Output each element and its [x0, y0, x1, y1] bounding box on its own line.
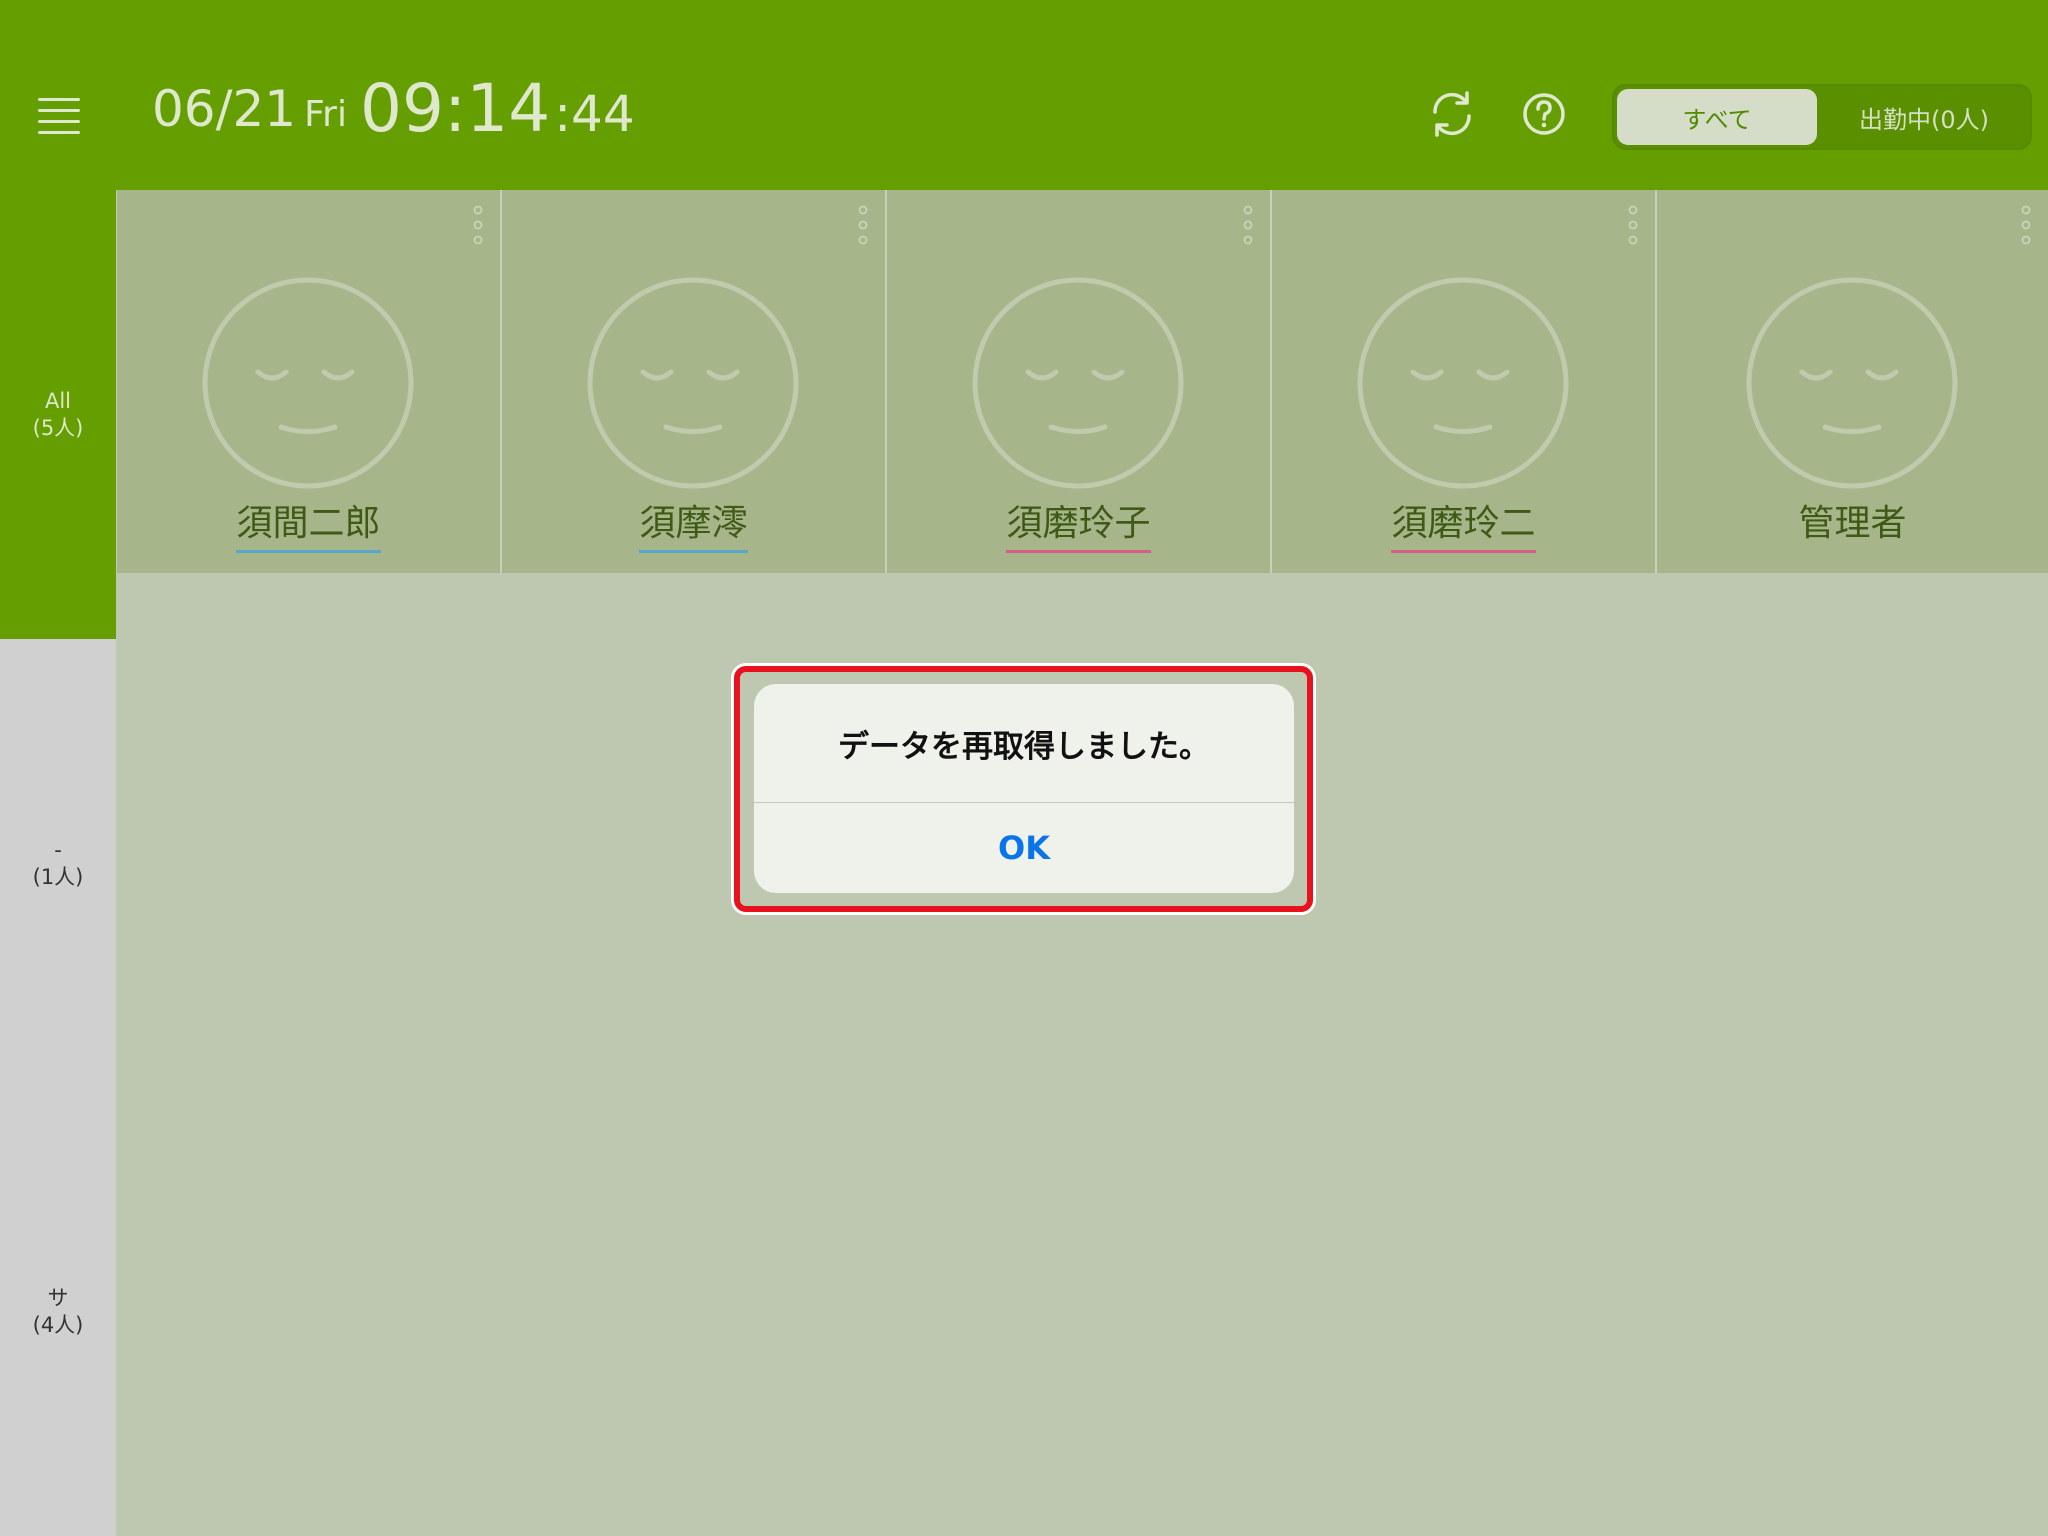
time-seconds: :44 — [554, 85, 635, 143]
member-card[interactable]: 管理者 — [1657, 190, 2048, 573]
time-hours-minutes: 09:14 — [360, 70, 551, 147]
more-options-icon[interactable] — [1242, 204, 1254, 246]
more-options-icon[interactable] — [472, 204, 484, 246]
app-header: 06/21 Fri 09:14:44 すべて 出勤中(0人) — [0, 0, 2048, 190]
hamburger-menu-icon[interactable] — [38, 98, 82, 134]
sidebar-item-all[interactable]: All (5人) — [0, 190, 116, 639]
weekday-text: Fri — [304, 94, 347, 135]
more-options-icon[interactable] — [1627, 204, 1639, 246]
sidebar-item-label: All — [44, 388, 72, 413]
sleeping-face-avatar-icon — [202, 277, 414, 489]
sidebar-item-label: サ — [47, 1286, 69, 1310]
sleeping-face-avatar-icon — [1746, 277, 1958, 489]
sidebar-item-label: - — [54, 837, 62, 862]
sidebar-item-count: (5人) — [32, 415, 84, 440]
more-options-icon[interactable] — [2020, 204, 2032, 246]
current-date: 06/21 Fri — [152, 84, 347, 134]
sidebar-item-sa[interactable]: サ (4人) — [0, 1088, 116, 1536]
member-card[interactable]: 須磨玲子 — [887, 190, 1272, 573]
sidebar-item-count: (1人) — [32, 864, 84, 889]
current-time: 09:14:44 — [360, 76, 635, 142]
filter-all-option[interactable]: すべて — [1617, 89, 1817, 145]
sleeping-face-avatar-icon — [1357, 277, 1569, 489]
member-name-container: 須磨玲子 — [887, 500, 1270, 553]
sleeping-face-avatar-icon — [587, 277, 799, 489]
member-card[interactable]: 須間二郎 — [117, 190, 502, 573]
attendance-filter-segmented-control: すべて 出勤中(0人) — [1612, 84, 2032, 150]
filter-working-option[interactable]: 出勤中(0人) — [1820, 89, 2028, 145]
member-name-container: 須摩澪 — [502, 500, 885, 553]
refresh-icon[interactable] — [1426, 88, 1478, 140]
member-name: 須摩澪 — [639, 500, 748, 553]
more-options-icon[interactable] — [857, 204, 869, 246]
member-name-container: 須磨玲二 — [1272, 500, 1655, 553]
dialog-message: データを再取得しました。 — [838, 728, 1210, 765]
member-name: 須間二郎 — [236, 500, 381, 553]
member-name-container: 管理者 — [1657, 500, 2048, 550]
group-sidebar: All (5人) - (1人) サ (4人) — [0, 190, 116, 1536]
member-card[interactable]: 須磨玲二 — [1272, 190, 1657, 573]
date-text: 06/21 — [152, 80, 297, 138]
member-name-container: 須間二郎 — [117, 500, 500, 553]
member-card[interactable]: 須摩澪 — [502, 190, 887, 573]
help-icon[interactable] — [1518, 88, 1570, 140]
alert-dialog: データを再取得しました。 OK — [754, 684, 1294, 893]
sidebar-item-dash[interactable]: - (1人) — [0, 639, 116, 1088]
sleeping-face-avatar-icon — [972, 277, 1184, 489]
member-name: 管理者 — [1798, 503, 1907, 544]
member-name: 須磨玲子 — [1006, 500, 1151, 553]
ok-button[interactable]: OK — [754, 803, 1294, 893]
member-name: 須磨玲二 — [1391, 500, 1536, 553]
sidebar-item-count: (4人) — [32, 1313, 84, 1337]
